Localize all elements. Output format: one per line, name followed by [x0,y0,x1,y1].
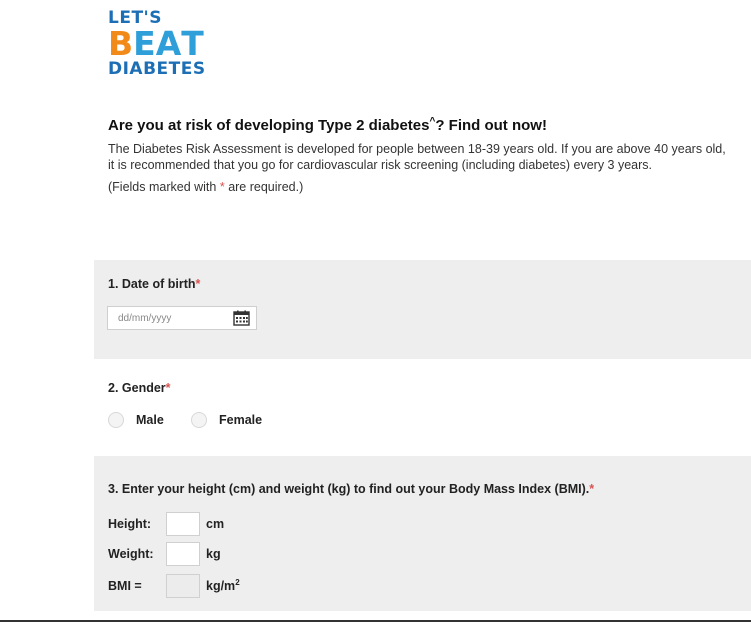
question-gender: 2. Gender* Male Female [94,359,751,456]
intro-description: The Diabetes Risk Assessment is develope… [108,142,726,172]
question-bmi: 3. Enter your height (cm) and weight (kg… [94,456,751,611]
gender-label: 2. Gender* [108,381,171,395]
radio-female[interactable] [191,412,207,428]
gender-male-label: Male [136,413,164,427]
bmi-unit: kg/m2 [206,578,240,593]
page-title-text: Are you at risk of developing Type 2 dia… [108,117,430,134]
bmi-row: BMI = kg/m2 [108,574,240,598]
weight-label: Weight: [108,547,154,561]
gender-option-male[interactable]: Male [108,412,164,428]
gender-option-female[interactable]: Female [191,412,262,428]
question-date-of-birth: 1. Date of birth* dd/mm/yyyy [94,260,751,359]
logo-letter-a: A [155,24,182,63]
dob-placeholder: dd/mm/yyyy [118,313,172,324]
bmi-question-label: 3. Enter your height (cm) and weight (kg… [108,482,594,496]
intro-section: Are you at risk of developing Type 2 dia… [108,116,733,195]
gender-female-label: Female [219,413,263,427]
radio-male[interactable] [108,412,124,428]
bottom-divider [0,620,751,622]
gender-label-text: 2. Gender [108,381,166,395]
logo-letter-t: T [181,24,204,63]
required-note-prefix: (Fields marked with [108,180,220,194]
bmi-output [166,574,200,598]
weight-input[interactable] [166,542,200,566]
calendar-icon[interactable] [233,310,250,326]
lets-beat-diabetes-logo: LET'S BEAT DIABETES [108,10,228,82]
dob-input[interactable]: dd/mm/yyyy [107,306,257,330]
gender-required-star: * [165,381,171,395]
logo-line-3: DIABETES [108,59,206,79]
dob-label-text: 1. Date of birth [108,277,196,291]
required-note-suffix: are required.) [224,180,304,194]
height-row: Height: cm [108,512,224,536]
dob-required-star: * [195,277,201,291]
weight-row: Weight: kg [108,542,221,566]
weight-unit: kg [206,547,221,561]
page-title-tail: ? Find out now! [435,117,547,134]
height-label: Height: [108,517,152,531]
required-note: (Fields marked with * are required.) [108,179,733,195]
dob-label: 1. Date of birth* [108,277,200,291]
logo-letter-b: B [108,24,134,63]
bmi-question-text: 3. Enter your height (cm) and weight (kg… [108,482,590,496]
height-unit: cm [206,517,225,531]
logo-line-2: BEAT [108,26,204,60]
bmi-unit-text: kg/m [206,579,236,594]
height-input[interactable] [166,512,200,536]
bmi-label: BMI = [108,579,142,593]
bmi-required-star: * [589,482,595,496]
page-title: Are you at risk of developing Type 2 dia… [108,116,733,134]
logo-letter-e: E [133,24,156,63]
bmi-unit-sup: 2 [235,578,240,588]
